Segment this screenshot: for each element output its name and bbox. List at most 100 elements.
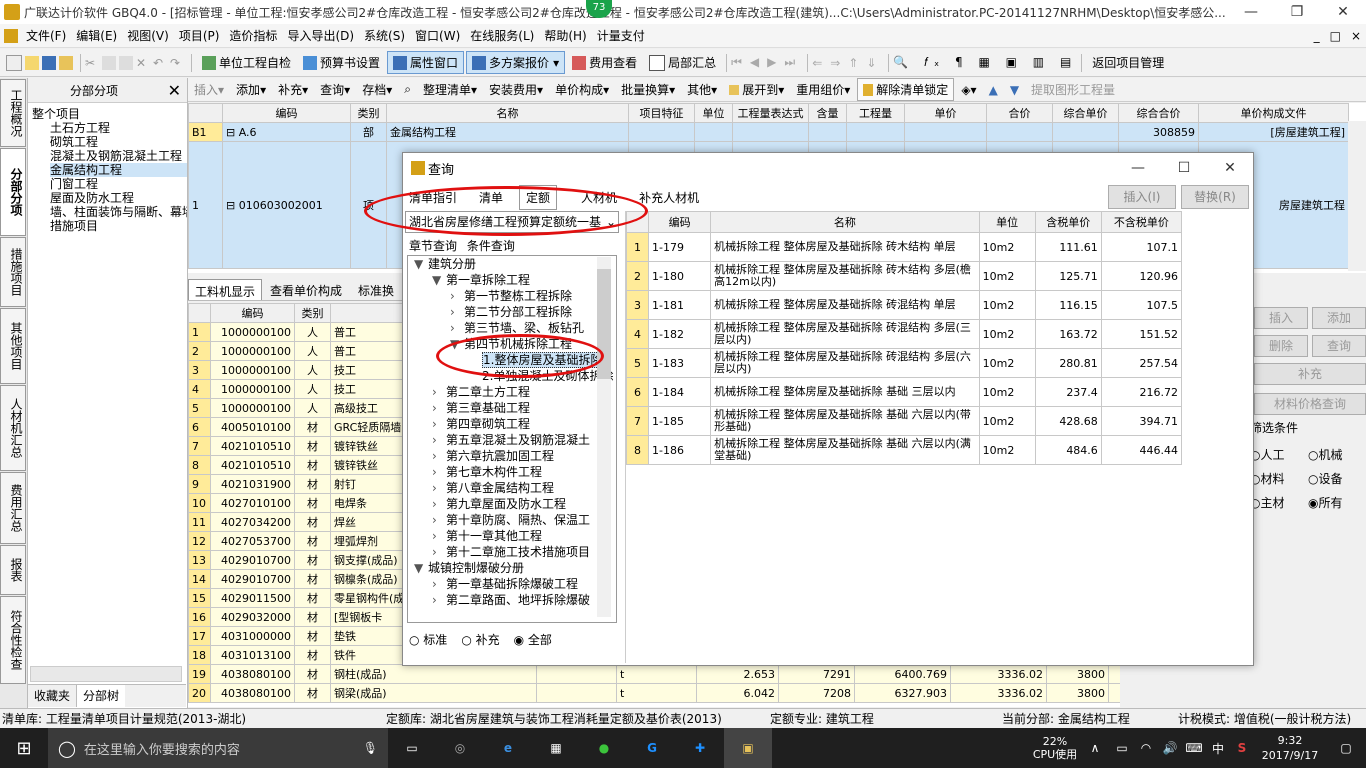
collapse-arrow-icon[interactable]: › — [432, 544, 446, 560]
menu-cost-index[interactable]: 造价指标 — [224, 27, 282, 44]
tree-node[interactable]: › 第十章防腐、隔热、保温工 — [408, 512, 616, 528]
radio-labor[interactable]: ○人工 — [1250, 443, 1308, 467]
install-fee-button[interactable]: 安装费用 ▾ — [484, 79, 548, 100]
radio-machine[interactable]: ○机械 — [1308, 443, 1343, 467]
expand-arrow-icon[interactable]: ▼ — [414, 256, 428, 272]
radio-equipment[interactable]: ○设备 — [1308, 467, 1343, 491]
close-icon[interactable]: ✕ — [1320, 4, 1366, 20]
add-button[interactable]: 添加 — [1312, 307, 1366, 329]
tree-node[interactable]: › 第三章基础工程 — [408, 400, 616, 416]
notification-icon[interactable]: ▢ — [1326, 741, 1366, 755]
tree-item[interactable]: 措施项目 — [28, 219, 187, 233]
extract-quantity-button[interactable]: 提取图形工程量 — [1026, 79, 1120, 100]
supplement-button[interactable]: 补充 ▾ — [273, 79, 313, 100]
gbq-taskbar-icon[interactable]: ▣ — [724, 728, 772, 768]
delete-button[interactable]: 删除 — [1254, 335, 1308, 357]
table-row[interactable]: 1 1-179 机械拆除工程 整体房屋及基础拆除 砖木结构 单层 10m2 111.61… — [626, 232, 1183, 262]
collapse-arrow-icon[interactable]: › — [432, 464, 446, 480]
table-row[interactable]: 19 4038080100 材钢柱(成品) t 2.653 7291 6400.769 333… — [188, 664, 1120, 684]
mdi-restore-icon[interactable]: □ — [1325, 29, 1346, 43]
collapse-arrow-icon[interactable]: › — [450, 304, 464, 320]
tab-division-tree[interactable]: 分部树 — [77, 685, 126, 707]
browser-icon[interactable]: ◎ — [436, 741, 484, 755]
app-plus-icon[interactable]: ✚ — [676, 741, 724, 755]
tree-item[interactable]: 砌筑工程 — [28, 135, 187, 149]
insert-button[interactable]: 插入 ▾ — [189, 79, 229, 100]
table-row[interactable]: 6 1-184 机械拆除工程 整体房屋及基础拆除 基础 三层以内 10m2 237.4 2… — [626, 377, 1183, 407]
tree-item[interactable]: 墙、柱面装饰与隔断、幕墙工程 — [28, 205, 187, 219]
restore-icon[interactable]: ❐ — [1274, 4, 1320, 20]
edge-icon[interactable]: e — [484, 741, 532, 755]
archive-button[interactable]: 存档 ▾ — [357, 79, 397, 100]
microphone-icon[interactable]: 🎙 — [363, 741, 378, 755]
table-row[interactable]: 2 1-180 机械拆除工程 整体房屋及基础拆除 砖木结构 多层(檐高12m以内) 1… — [626, 261, 1183, 291]
vertical-scrollbar[interactable] — [1348, 121, 1366, 271]
dialog-insert-button[interactable]: 插入(I) — [1108, 185, 1176, 209]
keyboard-icon[interactable]: ⌨ — [1182, 741, 1206, 755]
batch-convert-button[interactable]: 批量换算 ▾ — [616, 79, 680, 100]
collapse-arrow-icon[interactable]: › — [432, 416, 446, 432]
material-price-query-button[interactable]: 材料价格查询 — [1254, 393, 1366, 415]
store-icon[interactable]: ▦ — [532, 741, 580, 755]
folder-icon[interactable] — [59, 55, 73, 70]
qihoo-browser-icon[interactable]: ● — [580, 741, 628, 755]
maximize-icon[interactable]: ☐ — [1161, 160, 1207, 176]
col-price[interactable]: 单价 — [904, 103, 987, 123]
clock[interactable]: 9:32 2017/9/17 — [1254, 733, 1326, 763]
vtab-divisions[interactable]: 分部分项 — [0, 148, 26, 236]
menu-file[interactable]: 文件(F) — [21, 27, 71, 44]
collapse-arrow-icon[interactable]: › — [432, 496, 446, 512]
return-project-button[interactable]: 返回项目管理 — [1087, 52, 1169, 73]
query-button[interactable]: 查询 — [1312, 335, 1366, 357]
insert-button[interactable]: 插入 — [1254, 307, 1308, 329]
col-name[interactable]: 名称 — [710, 211, 980, 233]
add-button[interactable]: 添加 ▾ — [231, 79, 271, 100]
radio-all[interactable]: ◉ 全部 — [514, 631, 552, 648]
tree-node[interactable]: › 第六章抗震加固工程 — [408, 448, 616, 464]
sogou-icon[interactable]: S — [1230, 741, 1254, 755]
vtab-fee-summary[interactable]: 费用汇总 — [0, 472, 26, 544]
menu-window[interactable]: 窗口(W) — [410, 27, 465, 44]
app-menu-icon[interactable] — [4, 28, 18, 43]
col-unit[interactable]: 单位 — [978, 211, 1036, 233]
tree-node[interactable]: ▼ 第一章拆除工程 — [408, 272, 616, 288]
menu-help[interactable]: 帮助(H) — [539, 27, 591, 44]
col-code[interactable]: 编码 — [210, 303, 295, 323]
mdi-minimize-icon[interactable]: _ — [1309, 29, 1325, 43]
cut-icon[interactable]: ✂ — [85, 56, 99, 70]
close-icon[interactable]: ✕ — [1207, 160, 1253, 176]
move-arrows-icon[interactable]: ⇐⇒⇑⇓ — [812, 56, 884, 70]
volume-icon[interactable]: 🔊 — [1158, 741, 1182, 755]
tree-scrollbar[interactable] — [597, 257, 611, 617]
copy-icon[interactable] — [102, 55, 116, 70]
wifi-icon[interactable]: ◠ — [1134, 741, 1158, 755]
property-window-button[interactable]: 属性窗口 — [387, 51, 465, 74]
collapse-arrow-icon[interactable]: › — [450, 288, 464, 304]
tree-item[interactable]: 屋面及防水工程 — [28, 191, 187, 205]
arrow-down-icon[interactable]: ▼ — [1005, 81, 1024, 99]
tree-node[interactable]: ▼ 城镇控制爆破分册 — [408, 560, 616, 576]
minimize-icon[interactable]: — — [1115, 160, 1161, 176]
col-comp-price[interactable]: 综合单价 — [1052, 103, 1119, 123]
collapse-arrow-icon[interactable]: › — [432, 528, 446, 544]
col-notax-price[interactable]: 不含税单价 — [1100, 211, 1183, 233]
budget-settings-button[interactable]: 预算书设置 — [298, 52, 385, 73]
paint-icon[interactable]: ◈▾ — [956, 81, 981, 99]
tree-node[interactable]: › 第十二章施工技术措施项目 — [408, 544, 616, 560]
subtab-chapter[interactable]: 章节查询 — [409, 239, 457, 253]
tree-node[interactable]: › 第七章木构件工程 — [408, 464, 616, 480]
menu-view[interactable]: 视图(V) — [122, 27, 174, 44]
tree-node[interactable]: › 第四章砌筑工程 — [408, 416, 616, 432]
col-unit[interactable]: 单位 — [694, 103, 733, 123]
minimize-icon[interactable]: — — [1228, 4, 1274, 20]
binoculars-icon[interactable]: ⌕ — [399, 80, 416, 99]
col-type[interactable]: 类别 — [294, 303, 331, 323]
tree-node[interactable]: › 第二节分部工程拆除 — [408, 304, 616, 320]
save-icon[interactable] — [42, 55, 56, 70]
menu-import-export[interactable]: 导入导出(D) — [282, 27, 359, 44]
vtab-compliance[interactable]: 符合性检查 — [0, 596, 26, 684]
multi-scheme-quote-button[interactable]: 多方案报价 ▾ — [466, 51, 566, 74]
radio-material[interactable]: ○材料 — [1250, 467, 1308, 491]
collapse-arrow-icon[interactable]: › — [432, 400, 446, 416]
tree-item[interactable]: 整个项目 — [28, 107, 187, 121]
